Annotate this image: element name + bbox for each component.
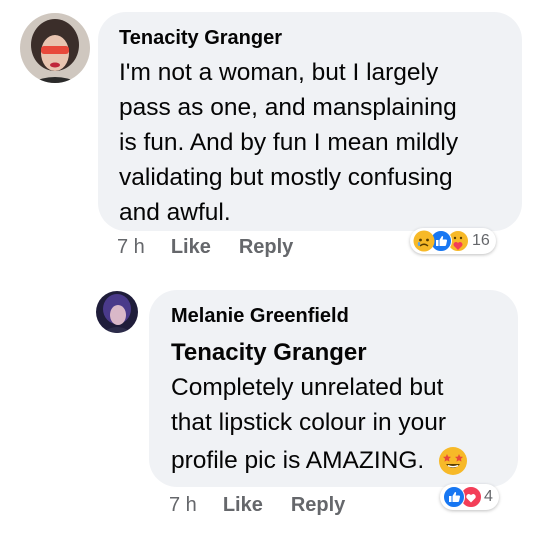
comment-actions: 7 h Like Reply (117, 236, 321, 259)
comment-text-line: I'm not a woman, but I largely (119, 59, 439, 86)
reply-last-line: profile pic is AMAZING. (171, 443, 500, 478)
reply-author-name[interactable]: Melanie Greenfield (171, 304, 500, 328)
comment-like-button[interactable]: Like (171, 236, 211, 259)
reply-reply-button[interactable]: Reply (291, 494, 345, 517)
reply-like-button[interactable]: Like (223, 494, 263, 517)
comment-text-line: and awful. (119, 199, 231, 226)
reply-text-line: profile pic is AMAZING. (171, 447, 425, 474)
reply-reaction-count: 4 (484, 488, 493, 505)
comment-text-line: pass as one, and mansplaining (119, 94, 457, 121)
comment-text: I'm not a woman, but I largely pass as o… (119, 55, 502, 230)
sad-face-icon (413, 230, 435, 252)
comment-timestamp[interactable]: 7 h (117, 236, 145, 259)
reply-bubble: Melanie Greenfield Tenacity Granger Comp… (149, 290, 518, 487)
comment-reaction-count: 16 (472, 232, 490, 249)
reply-reactions[interactable]: 4 (440, 484, 499, 510)
comment-text-line: is fun. And by fun I mean mildly (119, 129, 459, 156)
avatar-melanie[interactable] (96, 291, 138, 333)
reply-mention-tag[interactable]: Tenacity Granger (171, 336, 500, 370)
avatar-tenacity[interactable] (20, 13, 90, 83)
like-thumb-icon (443, 486, 465, 508)
reply-text-line: that lipstick colour in your (171, 409, 447, 436)
reply-timestamp[interactable]: 7 h (169, 494, 197, 517)
comment-bubble: Tenacity Granger I'm not a woman, but I … (98, 12, 522, 231)
comment-reactions[interactable]: 16 (410, 228, 496, 254)
star-struck-icon (438, 446, 468, 476)
comment-author-name[interactable]: Tenacity Granger (119, 26, 502, 50)
comment-text-line: validating but mostly confusing (119, 164, 453, 191)
reply-text-line: Completely unrelated but (171, 374, 444, 401)
reply-actions: 7 h Like Reply (169, 494, 373, 517)
comment-reply-button[interactable]: Reply (239, 236, 293, 259)
